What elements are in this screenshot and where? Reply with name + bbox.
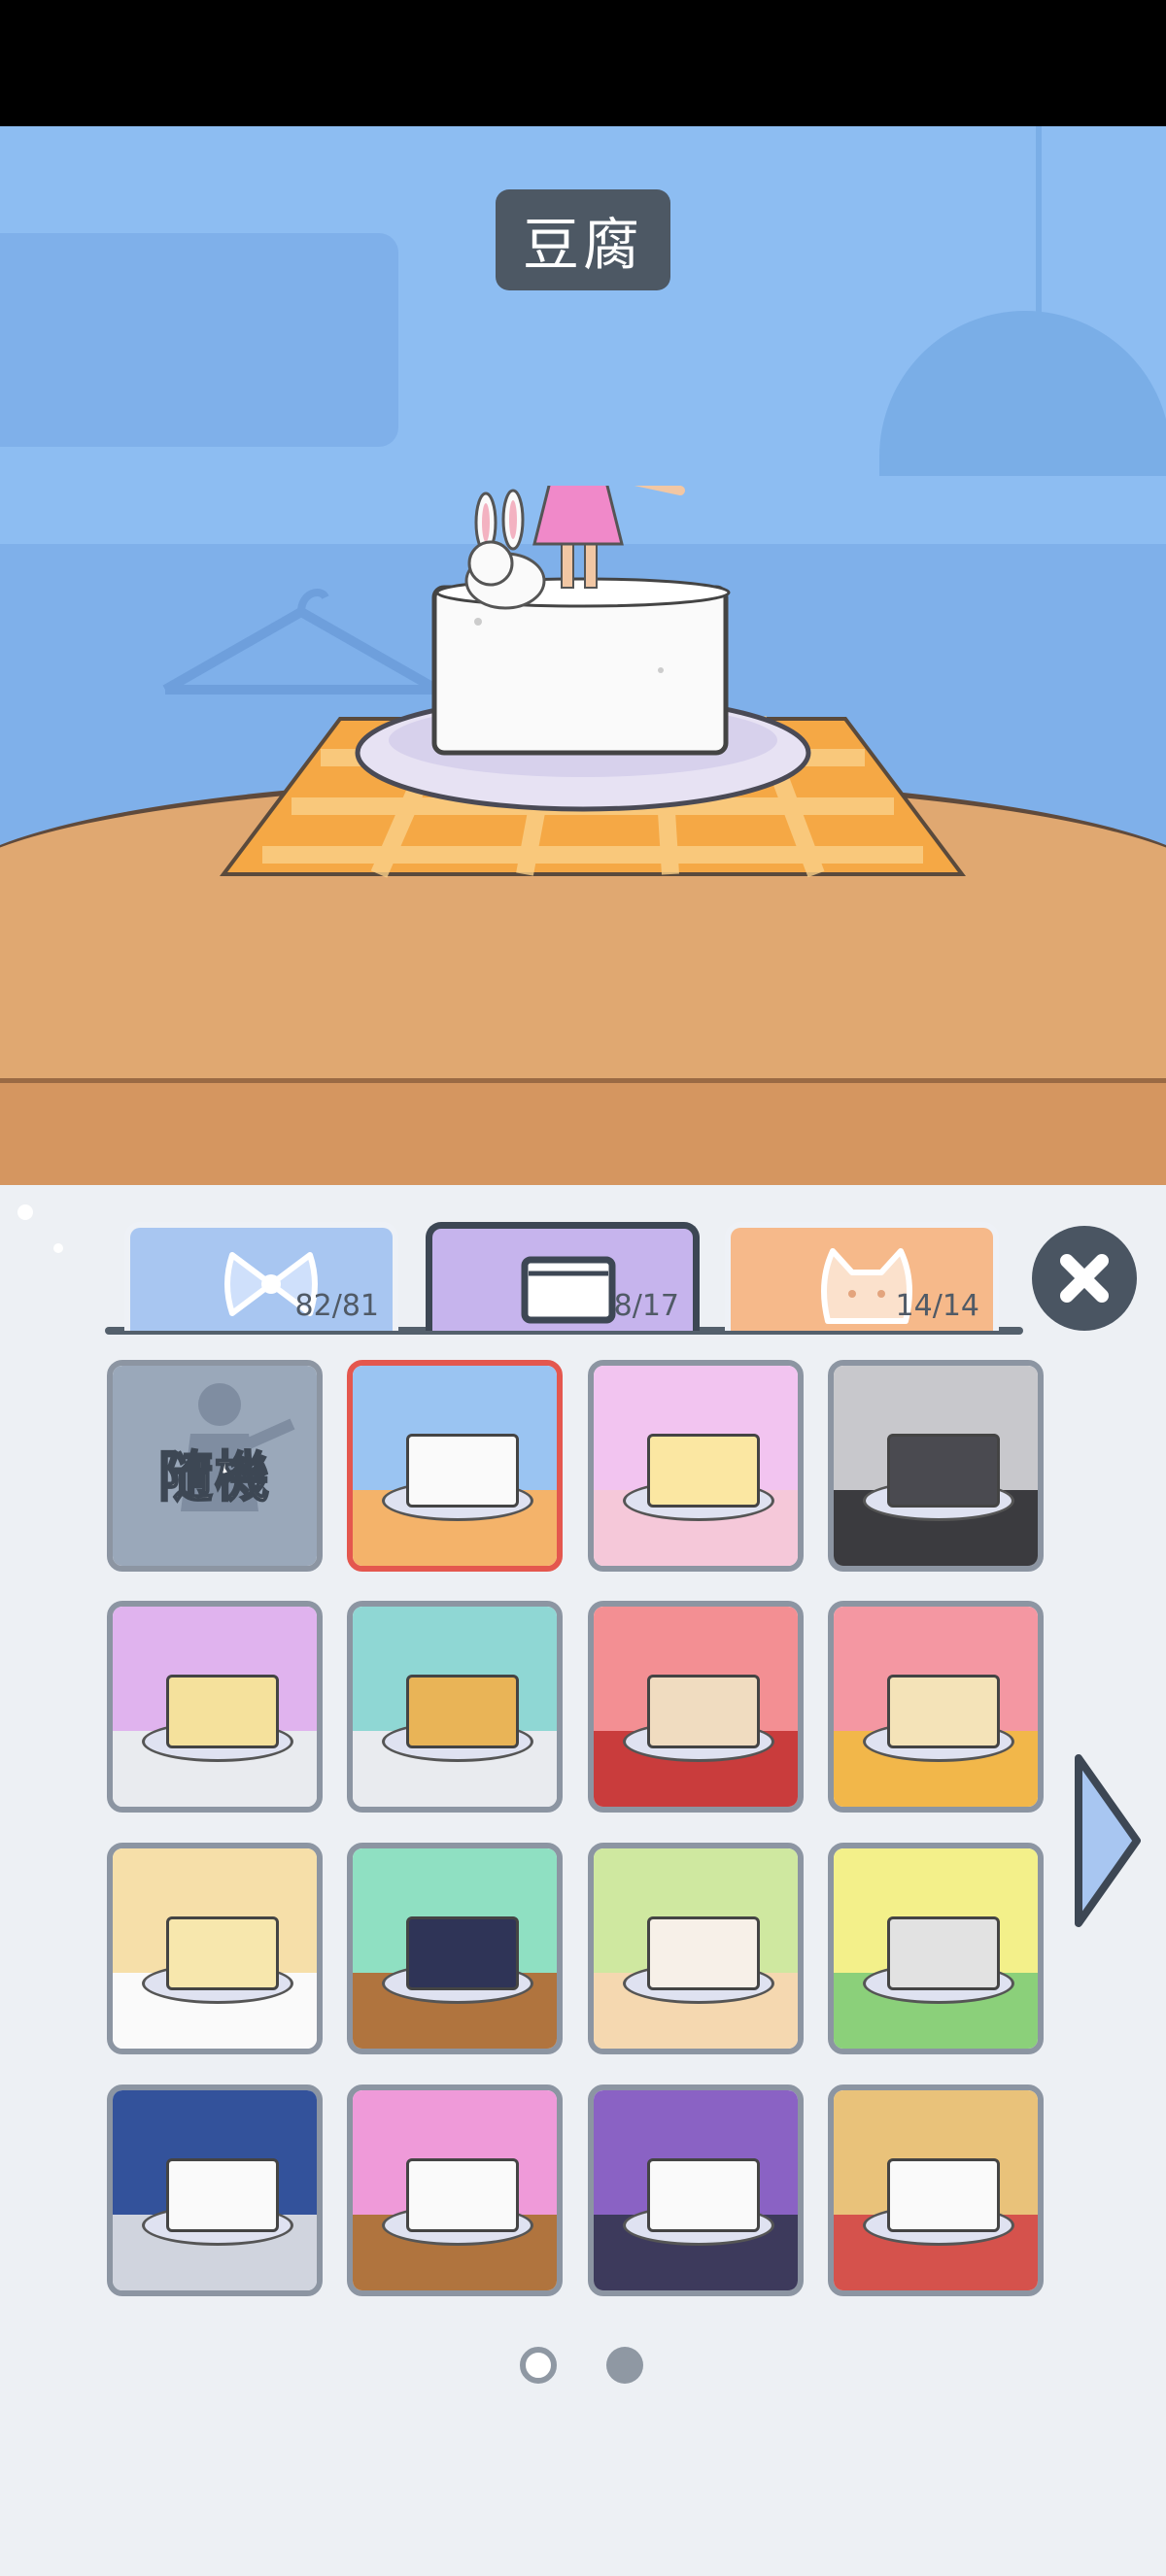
random-label: 隨機 (157, 1445, 271, 1510)
food-item (887, 1675, 1000, 1748)
status-bar (0, 0, 1166, 126)
pizza-card[interactable] (347, 1601, 563, 1813)
tofu-box-card[interactable] (107, 1843, 323, 2054)
food-item (887, 2158, 1000, 2232)
tab-pets[interactable]: 14/14 (725, 1222, 999, 1331)
food-item (406, 1916, 519, 1990)
title-wrap: 豆腐 (0, 189, 1166, 290)
food-item (887, 1434, 1000, 1508)
random-card[interactable]: 隨機 (107, 1360, 323, 1572)
tab-count: 14/14 (895, 1289, 979, 1323)
tofu-on-plate (220, 486, 966, 878)
food-item (887, 1916, 1000, 1990)
page-indicator-2[interactable] (606, 2347, 643, 2384)
food-item (166, 1916, 279, 1990)
food-item (406, 1675, 519, 1748)
food-item (166, 2158, 279, 2232)
tab-food[interactable]: 8/17 (426, 1222, 700, 1331)
tofu-icon (521, 1256, 616, 1324)
page-title: 豆腐 (495, 189, 670, 290)
egg-tofu-card[interactable] (588, 1360, 804, 1572)
cheesecake-card[interactable] (107, 1601, 323, 1813)
tab-accessories[interactable]: 82/81 (124, 1222, 398, 1331)
next-page-arrow[interactable] (1069, 1748, 1147, 1933)
table-edge (0, 1078, 1166, 1185)
decor-dot (53, 1243, 63, 1253)
food-item (647, 1434, 760, 1508)
bread-card[interactable] (588, 1601, 804, 1813)
food-item (406, 1434, 519, 1508)
black-tofu-card[interactable] (828, 1360, 1044, 1572)
halloween-card[interactable] (588, 2085, 804, 2296)
food-item (647, 1916, 760, 1990)
lamp-shade (879, 311, 1166, 476)
food-item (166, 1675, 279, 1748)
grill-card[interactable] (347, 1843, 563, 2054)
tofu-blue-card[interactable] (347, 1360, 563, 1572)
food-item (406, 2158, 519, 2232)
close-button[interactable] (1032, 1226, 1137, 1331)
food-item (647, 1675, 760, 1748)
tab-count: 82/81 (294, 1289, 379, 1323)
tab-count: 8/17 (613, 1289, 679, 1323)
daifuku-card[interactable] (828, 2085, 1044, 2296)
decor-dot (17, 1204, 33, 1220)
close-icon (1060, 1254, 1109, 1303)
pillar-card[interactable] (828, 1843, 1044, 2054)
pink-city-card[interactable] (347, 2085, 563, 2296)
food-item (647, 2158, 760, 2232)
melon-bun-card[interactable] (828, 1601, 1044, 1813)
page-indicator-1[interactable] (520, 2347, 557, 2384)
cat-card[interactable] (588, 1843, 804, 2054)
space-card[interactable] (107, 2085, 323, 2296)
